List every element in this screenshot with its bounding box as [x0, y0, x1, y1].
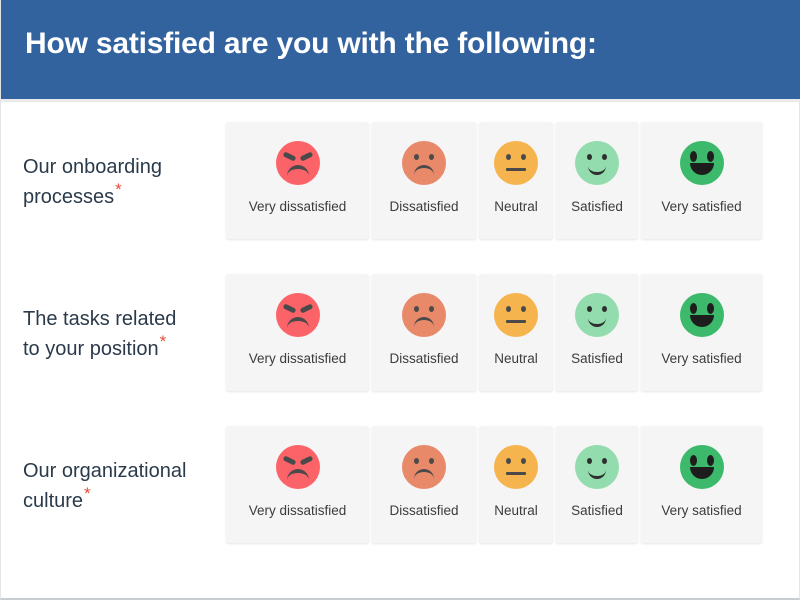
sad-face-icon: [402, 445, 446, 489]
rating-option-label: Satisfied: [571, 351, 623, 366]
question-label: The tasks related to your position*: [1, 254, 226, 364]
rating-option-label: Neutral: [494, 351, 538, 366]
rating-option-neutral[interactable]: Neutral: [479, 122, 553, 239]
question-label-line2: processes: [23, 186, 115, 208]
rating-option-label: Neutral: [494, 503, 538, 518]
happy-face-icon: [575, 293, 619, 337]
rating-option-dissatisfied[interactable]: Dissatisfied: [372, 426, 476, 543]
neutral-face-icon: [494, 293, 538, 337]
question-label: Our organizational culture*: [1, 406, 226, 516]
rating-option-very-satisfied[interactable]: Very satisfied: [641, 426, 762, 543]
rating-option-neutral[interactable]: Neutral: [479, 274, 553, 391]
question-label-line2: culture: [23, 490, 84, 512]
rating-option-label: Dissatisfied: [389, 503, 459, 518]
rating-option-label: Very dissatisfied: [248, 351, 347, 366]
rating-option-label: Very satisfied: [661, 199, 742, 214]
sad-face-icon: [402, 141, 446, 185]
survey-page: How satisfied are you with the following…: [0, 0, 800, 600]
question-label-line2: to your position: [23, 338, 159, 360]
rating-options: Very dissatisfied Dissatisfied Neutral S…: [226, 254, 762, 391]
rating-option-label: Very dissatisfied: [248, 199, 347, 214]
angry-face-icon: [275, 445, 320, 489]
angry-face-icon: [275, 293, 320, 337]
rating-option-very-dissatisfied[interactable]: Very dissatisfied: [226, 426, 369, 543]
rating-option-satisfied[interactable]: Satisfied: [556, 274, 638, 391]
survey-header: How satisfied are you with the following…: [1, 0, 800, 99]
question-label-line1: Our organizational: [23, 460, 187, 482]
rating-option-very-satisfied[interactable]: Very satisfied: [641, 274, 762, 391]
question-label-line1: Our onboarding: [23, 156, 162, 178]
grin-face-icon: [679, 293, 724, 337]
required-asterisk: *: [84, 484, 91, 504]
rating-option-label: Neutral: [494, 199, 538, 214]
rating-option-label: Satisfied: [571, 199, 623, 214]
neutral-face-icon: [494, 141, 538, 185]
happy-face-icon: [575, 445, 619, 489]
rating-option-label: Very satisfied: [661, 503, 742, 518]
angry-face-icon: [275, 141, 320, 185]
rating-option-dissatisfied[interactable]: Dissatisfied: [372, 122, 476, 239]
rating-option-neutral[interactable]: Neutral: [479, 426, 553, 543]
rating-option-satisfied[interactable]: Satisfied: [556, 122, 638, 239]
rating-options: Very dissatisfied Dissatisfied Neutral S…: [226, 406, 762, 543]
rating-option-label: Very satisfied: [661, 351, 742, 366]
rating-option-dissatisfied[interactable]: Dissatisfied: [372, 274, 476, 391]
rating-option-satisfied[interactable]: Satisfied: [556, 426, 638, 543]
rating-option-label: Satisfied: [571, 503, 623, 518]
neutral-face-icon: [494, 445, 538, 489]
grin-face-icon: [679, 445, 724, 489]
rating-option-label: Very dissatisfied: [248, 503, 347, 518]
question-row: Our organizational culture* Very dissati…: [1, 406, 800, 558]
required-asterisk: *: [159, 332, 167, 352]
question-list: Our onboarding processes* Very dissatisf…: [1, 102, 800, 558]
question-label-line1: The tasks related: [23, 308, 177, 330]
rating-options: Very dissatisfied Dissatisfied Neutral S…: [226, 102, 762, 239]
page-title: How satisfied are you with the following…: [25, 27, 597, 60]
rating-option-very-dissatisfied[interactable]: Very dissatisfied: [226, 274, 369, 391]
grin-face-icon: [679, 141, 724, 185]
rating-option-label: Dissatisfied: [389, 351, 459, 366]
rating-option-very-dissatisfied[interactable]: Very dissatisfied: [226, 122, 369, 239]
question-row: Our onboarding processes* Very dissatisf…: [1, 102, 800, 254]
question-label: Our onboarding processes*: [1, 102, 226, 212]
happy-face-icon: [575, 141, 619, 185]
question-row: The tasks related to your position* Very…: [1, 254, 800, 406]
rating-option-very-satisfied[interactable]: Very satisfied: [641, 122, 762, 239]
rating-option-label: Dissatisfied: [389, 199, 459, 214]
sad-face-icon: [402, 293, 446, 337]
required-asterisk: *: [115, 180, 122, 200]
